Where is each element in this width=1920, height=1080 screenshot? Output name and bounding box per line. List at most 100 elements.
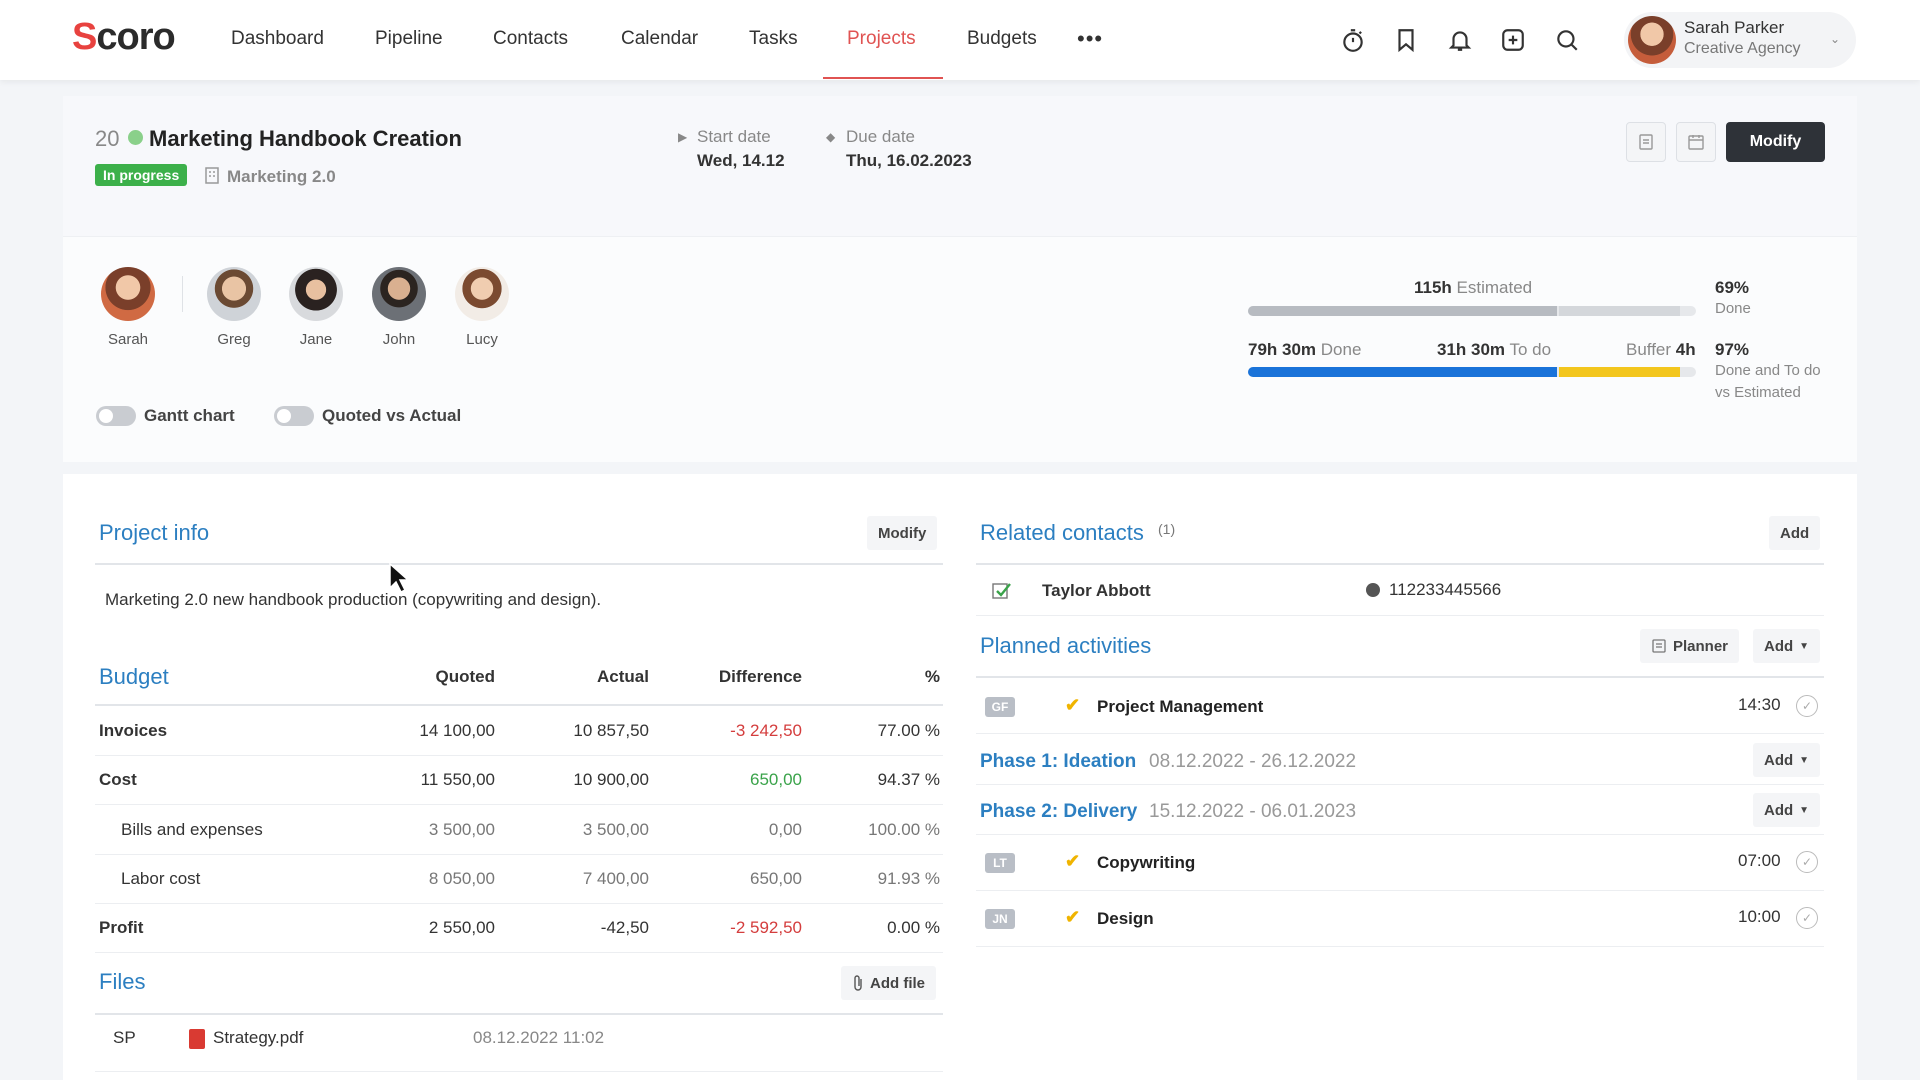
planner-button[interactable]: Planner xyxy=(1640,629,1740,663)
quoted-value: 8 050,00 xyxy=(428,869,495,888)
divider xyxy=(976,946,1824,947)
bell-icon[interactable] xyxy=(1444,24,1476,56)
divider xyxy=(976,676,1824,678)
check-icon[interactable]: ✔ xyxy=(1065,851,1080,872)
modify-project-button[interactable]: Modify xyxy=(1726,122,1825,162)
complete-circle-icon[interactable]: ✓ xyxy=(1796,695,1818,717)
done-todo-label-1: Done and To do xyxy=(1715,362,1821,379)
actual-value: 10 857,50 xyxy=(573,721,649,740)
user-menu[interactable]: Sarah Parker Creative Agency ⌄ xyxy=(1624,12,1856,68)
nav-tasks[interactable]: Tasks xyxy=(749,28,798,50)
play-icon: ▶ xyxy=(678,130,688,144)
row-label: Labor cost xyxy=(121,869,201,888)
done-hours: 79h 30m Done xyxy=(1248,340,1362,359)
quoted-vs-actual-toggle[interactable] xyxy=(274,406,314,426)
complete-circle-icon[interactable]: ✓ xyxy=(1796,851,1818,873)
row-label: Invoices xyxy=(99,721,168,740)
project-info-title: Project info xyxy=(99,520,210,545)
member-name: John xyxy=(382,331,416,348)
calendar-button[interactable] xyxy=(1676,122,1716,162)
team-member[interactable]: Jane xyxy=(281,267,351,348)
project-category[interactable]: Marketing 2.0 xyxy=(227,167,336,187)
contact-name[interactable]: Taylor Abbott xyxy=(1042,581,1151,601)
add-contact-button[interactable]: Add xyxy=(1769,516,1821,550)
activity-name[interactable]: Project Management xyxy=(1097,697,1263,717)
done-fill xyxy=(1248,367,1557,377)
budget-title: Budget xyxy=(99,664,169,689)
team-member[interactable]: Sarah xyxy=(93,267,163,348)
nav-projects[interactable]: Projects xyxy=(847,28,916,50)
phase-title[interactable]: Phase 2: Delivery xyxy=(980,801,1137,823)
activity-name[interactable]: Design xyxy=(1097,909,1154,929)
member-name: Jane xyxy=(299,331,333,348)
related-contacts-count: (1) xyxy=(1158,521,1176,537)
check-icon[interactable]: ✔ xyxy=(1065,907,1080,928)
divider xyxy=(976,890,1824,891)
contact-phone[interactable]: 112233445566 xyxy=(1389,580,1501,600)
difference-value: 0,00 xyxy=(768,820,802,839)
phone-icon xyxy=(1366,583,1380,597)
checkbox-checked-icon[interactable] xyxy=(991,580,1013,602)
phase-add-button[interactable]: Add ▼ xyxy=(1753,793,1821,827)
status-badge[interactable]: In progress xyxy=(95,164,188,186)
status-dot-icon xyxy=(128,130,143,145)
nav-contacts[interactable]: Contacts xyxy=(493,28,568,50)
divider xyxy=(95,903,943,904)
avatar xyxy=(289,267,343,321)
assignee-badge: JN xyxy=(985,909,1015,929)
divider xyxy=(95,952,943,953)
member-name: Greg xyxy=(217,331,251,348)
divider xyxy=(95,755,943,756)
search-icon[interactable] xyxy=(1551,24,1583,56)
todo-hours: 31h 30m To do xyxy=(1437,340,1552,359)
actual-value: 10 900,00 xyxy=(573,770,649,789)
nav-pipeline[interactable]: Pipeline xyxy=(375,28,443,50)
nav-calendar[interactable]: Calendar xyxy=(621,28,698,50)
complete-circle-icon[interactable]: ✓ xyxy=(1796,907,1818,929)
more-menu-icon[interactable]: ••• xyxy=(1077,26,1103,52)
actual-value: 7 400,00 xyxy=(582,869,649,888)
scoro-logo[interactable]: Scoro xyxy=(72,16,176,59)
related-contacts-title: Related contacts xyxy=(980,520,1144,545)
active-tab-indicator xyxy=(823,77,943,79)
done-todo-bar xyxy=(1248,367,1696,377)
modify-info-button[interactable]: Modify xyxy=(867,516,938,550)
divider xyxy=(976,834,1824,835)
divider xyxy=(976,615,1824,616)
nav-dashboard[interactable]: Dashboard xyxy=(231,28,324,50)
add-file-button[interactable]: Add file xyxy=(841,966,936,1000)
divider xyxy=(95,563,943,565)
document-button[interactable] xyxy=(1626,122,1666,162)
divider xyxy=(95,804,943,805)
gantt-chart-toggle[interactable] xyxy=(96,406,136,426)
divider xyxy=(976,563,1824,565)
team-member[interactable]: John xyxy=(364,267,434,348)
phase-add-label: Add xyxy=(1764,801,1794,819)
phase-add-button[interactable]: Add ▼ xyxy=(1753,743,1821,777)
percent-value: 94.37 % xyxy=(877,770,940,789)
phase-dates: 15.12.2022 - 06.01.2023 xyxy=(1149,801,1357,822)
quoted-value: 2 550,00 xyxy=(428,918,495,937)
team-member[interactable]: Greg xyxy=(199,267,269,348)
bookmark-icon[interactable] xyxy=(1390,24,1422,56)
file-name[interactable]: Strategy.pdf xyxy=(213,1028,303,1048)
building-icon xyxy=(205,167,219,184)
activity-name[interactable]: Copywriting xyxy=(1097,853,1195,873)
add-square-icon[interactable] xyxy=(1497,24,1529,56)
estimated-hours: 115h Estimated xyxy=(1414,278,1533,297)
nav-budgets[interactable]: Budgets xyxy=(967,28,1037,50)
divider xyxy=(95,1071,943,1072)
timer-icon[interactable] xyxy=(1337,24,1369,56)
file-owner-initials: SP xyxy=(113,1028,136,1047)
team-member[interactable]: Lucy xyxy=(447,267,517,348)
member-name: Lucy xyxy=(466,331,498,348)
start-date-value[interactable]: Wed, 14.12 xyxy=(697,151,785,171)
phase-title[interactable]: Phase 1: Ideation xyxy=(980,751,1136,773)
check-icon[interactable]: ✔ xyxy=(1065,695,1080,716)
start-date-label: Start date xyxy=(697,127,771,146)
percent-value: 100.00 % xyxy=(868,820,940,839)
mouse-cursor-icon xyxy=(389,562,410,594)
estimated-todo-fill xyxy=(1559,306,1680,316)
add-activity-button[interactable]: Add ▼ xyxy=(1753,629,1821,663)
due-date-value[interactable]: Thu, 16.02.2023 xyxy=(846,151,972,171)
